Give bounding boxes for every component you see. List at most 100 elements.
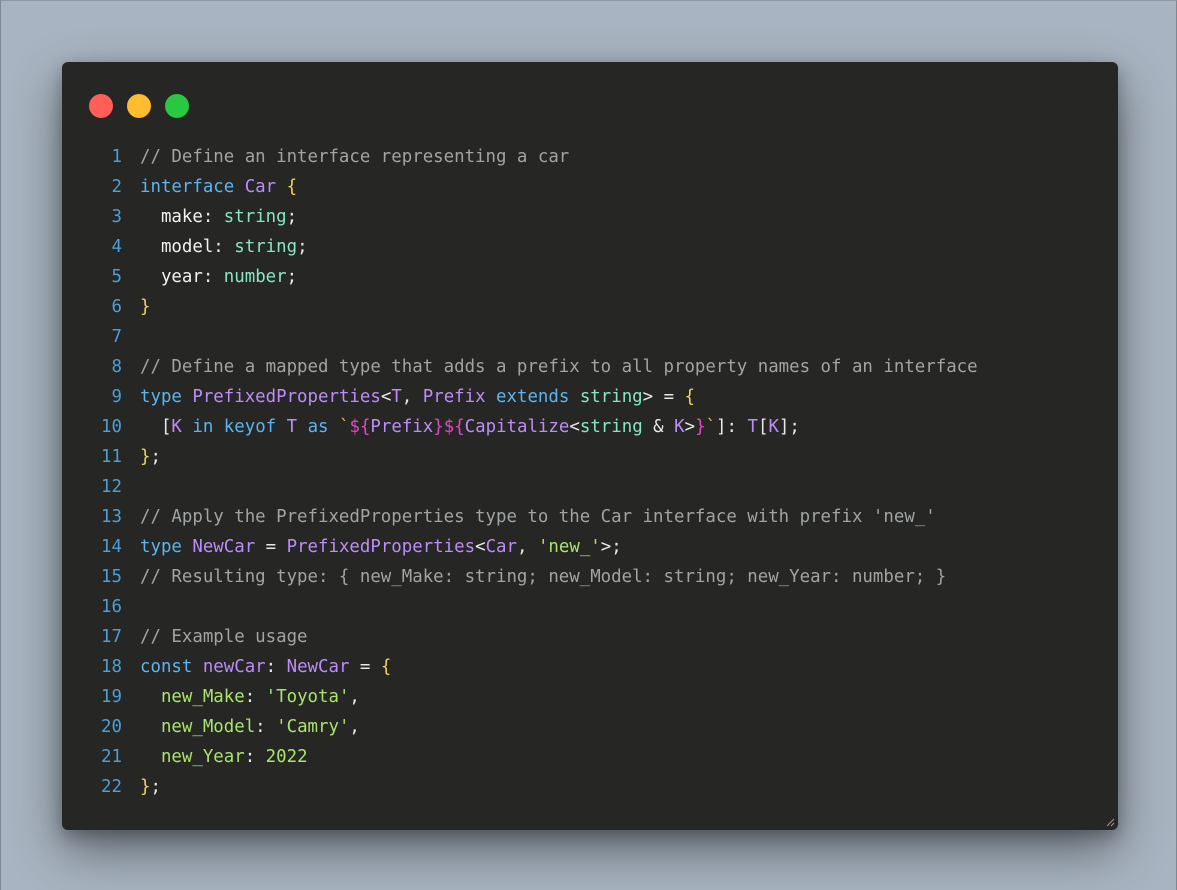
code-line: 21 new_Year: 2022 <box>80 742 1118 772</box>
code-line: 7 <box>80 322 1118 352</box>
code-token: & <box>642 417 675 437</box>
code-token: T <box>286 417 308 437</box>
code-text: new_Year: 2022 <box>122 742 308 772</box>
close-button[interactable] <box>89 94 113 118</box>
code-token: : <box>202 267 224 287</box>
code-token: // Apply the PrefixedProperties type to … <box>140 507 936 527</box>
code-block[interactable]: 1 // Define an interface representing a c… <box>80 142 1118 802</box>
code-line: 1 // Define an interface representing a c… <box>80 142 1118 172</box>
code-token: < <box>569 417 580 437</box>
line-number: 9 <box>111 387 122 407</box>
code-token: { <box>286 177 298 197</box>
code-token: ; <box>297 237 308 257</box>
code-token: < <box>475 537 486 557</box>
code-text: type NewCar = PrefixedProperties<Car, 'n… <box>122 532 622 562</box>
code-token: > <box>684 417 696 437</box>
code-token: const <box>140 657 203 677</box>
code-token: } <box>140 777 151 797</box>
code-token: make <box>140 207 203 227</box>
code-token: } <box>140 447 151 467</box>
code-line: 3 make: string; <box>80 202 1118 232</box>
line-number: 4 <box>111 237 122 257</box>
code-token: K <box>171 417 193 437</box>
code-token: } <box>695 417 706 437</box>
code-line: 6} <box>80 292 1118 322</box>
line-number: 14 <box>101 537 122 557</box>
code-token: number <box>223 267 287 287</box>
code-token: { <box>380 657 392 677</box>
line-number: 13 <box>101 507 122 527</box>
code-token: Prefix <box>422 387 497 407</box>
line-number: 12 <box>101 477 122 497</box>
code-line: 17 // Example usage <box>80 622 1118 652</box>
code-text: // Apply the PrefixedProperties type to … <box>122 502 936 532</box>
code-token: }${ <box>433 417 465 437</box>
code-text: new_Make: 'Toyota', <box>122 682 360 712</box>
code-text: [K in keyof T as `${Prefix}${Capitalize<… <box>122 412 800 442</box>
code-token: string <box>579 417 643 437</box>
code-token: , <box>516 537 538 557</box>
code-line: 12 <box>80 472 1118 502</box>
code-line: 5 year: number; <box>80 262 1118 292</box>
code-token: [ <box>757 417 769 437</box>
code-token: model <box>140 237 214 257</box>
code-text: // Define an interface representing a ca… <box>122 142 569 172</box>
code-line: 10 [K in keyof T as `${Prefix}${Capitali… <box>80 412 1118 442</box>
code-token: : <box>244 747 266 767</box>
code-token: ; <box>150 777 161 797</box>
code-line: 22}; <box>80 772 1118 802</box>
code-token: 'new_' <box>537 537 601 557</box>
code-token: Car <box>485 537 517 557</box>
code-text: }; <box>122 772 161 802</box>
code-token: , <box>349 687 360 707</box>
line-number: 21 <box>101 747 122 767</box>
maximize-button[interactable] <box>165 94 189 118</box>
code-token: new_Make <box>140 687 245 707</box>
code-line: 15 // Resulting type: { new_Make: string;… <box>80 562 1118 592</box>
code-token: ; <box>286 207 298 227</box>
code-token: ]; <box>778 417 800 437</box>
code-token: PrefixedProperties <box>286 537 476 557</box>
code-line: 20 new_Model: 'Camry', <box>80 712 1118 742</box>
code-token: Prefix <box>370 417 434 437</box>
code-token: Car <box>244 177 287 197</box>
code-token: string <box>234 237 298 257</box>
code-token: : <box>244 687 266 707</box>
code-text: // Resulting type: { new_Make: string; n… <box>122 562 946 592</box>
resize-grip-icon[interactable] <box>1105 817 1115 827</box>
code-token: = <box>265 537 287 557</box>
code-token: new_Year <box>140 747 245 767</box>
code-text: }; <box>122 442 161 472</box>
line-number: 10 <box>101 417 122 437</box>
code-token: ` <box>705 417 717 437</box>
code-token: { <box>684 387 696 407</box>
code-text: type PrefixedProperties<T, Prefix extend… <box>122 382 695 412</box>
window-controls <box>89 94 189 118</box>
code-token: ; <box>286 267 298 287</box>
code-token: // Example usage <box>140 627 308 647</box>
minimize-button[interactable] <box>127 94 151 118</box>
line-number: 1 <box>111 147 122 167</box>
line-number: 15 <box>101 567 122 587</box>
code-token: // Resulting type: { new_Make: string; n… <box>140 567 947 587</box>
code-token: T <box>391 387 402 407</box>
code-text: year: number; <box>122 262 297 292</box>
code-token: new_Model <box>140 717 256 737</box>
line-number: 5 <box>111 267 122 287</box>
code-token: < <box>380 387 392 407</box>
line-number: 2 <box>111 177 122 197</box>
code-token: string <box>223 207 287 227</box>
code-token: ${ <box>349 417 371 437</box>
code-token: interface <box>140 177 245 197</box>
code-text: } <box>122 292 150 322</box>
line-number: 11 <box>101 447 122 467</box>
code-line: 14 type NewCar = PrefixedProperties<Car, … <box>80 532 1118 562</box>
code-token: NewCar <box>192 537 266 557</box>
code-token: 'Toyota' <box>265 687 350 707</box>
code-text: model: string; <box>122 232 308 262</box>
line-number: 19 <box>101 687 122 707</box>
line-number: 3 <box>111 207 122 227</box>
